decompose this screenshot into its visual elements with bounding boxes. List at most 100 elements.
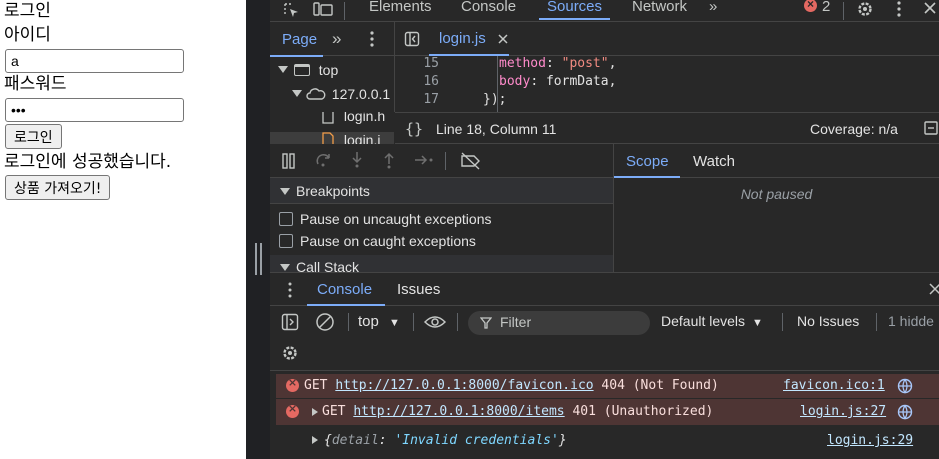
toggle-navigator-icon[interactable] bbox=[404, 31, 420, 47]
tab-scope[interactable]: Scope bbox=[626, 153, 669, 170]
drawer-menu-icon[interactable] bbox=[287, 281, 293, 299]
navigator-header: Page » bbox=[269, 22, 394, 57]
dropdown-arrow-icon: ▼ bbox=[751, 317, 763, 329]
settings-gear-icon[interactable] bbox=[856, 0, 874, 18]
pause-uncaught-checkbox[interactable] bbox=[279, 212, 293, 226]
source-link[interactable]: login.js:27 bbox=[800, 404, 886, 419]
pause-uncaught-row[interactable]: Pause on uncaught exceptions bbox=[270, 208, 613, 230]
id-input[interactable] bbox=[5, 49, 184, 73]
password-input[interactable] bbox=[5, 98, 184, 122]
file-tab-login-js[interactable]: login.js bbox=[439, 30, 486, 47]
tree-item-top[interactable]: top bbox=[278, 60, 338, 80]
network-globe-icon[interactable] bbox=[897, 378, 913, 394]
call-stack-header[interactable]: Call Stack bbox=[270, 255, 613, 272]
tab-network[interactable]: Network bbox=[632, 0, 687, 20]
deactivate-breakpoints-icon[interactable] bbox=[460, 152, 482, 170]
navigator-menu-icon[interactable] bbox=[368, 30, 376, 48]
devtools-panel: Elements Console Sources Network » 2 Pag… bbox=[246, 0, 939, 459]
page-title: 로그인 bbox=[4, 1, 51, 21]
message-text: GET http://127.0.0.1:8000/favicon.ico 40… bbox=[304, 378, 719, 393]
editor-status-bar: {} Line 18, Column 11 Coverage: n/a bbox=[395, 112, 939, 144]
tab-watch[interactable]: Watch bbox=[693, 153, 735, 170]
tree-item-host[interactable]: 127.0.0.1 bbox=[292, 84, 390, 104]
tab-sources[interactable]: Sources bbox=[538, 0, 611, 20]
coverage-status[interactable]: Coverage: n/a bbox=[810, 121, 898, 137]
cursor-position: Line 18, Column 11 bbox=[436, 121, 557, 137]
divider bbox=[344, 2, 345, 20]
step-out-icon[interactable] bbox=[382, 151, 396, 169]
console-log-message[interactable]: {detail: 'Invalid credentials'} login.js… bbox=[276, 428, 939, 454]
close-file-tab-icon[interactable] bbox=[497, 33, 509, 45]
tree-item-login-html[interactable]: login.h bbox=[322, 112, 385, 124]
eye-icon[interactable] bbox=[424, 315, 446, 329]
call-stack-title: Call Stack bbox=[296, 259, 360, 272]
divider bbox=[413, 313, 414, 331]
log-levels-dropdown[interactable]: Default levels ▼ bbox=[661, 313, 763, 329]
login-button[interactable]: 로그인 bbox=[5, 124, 62, 149]
line-number[interactable]: 17 bbox=[415, 92, 439, 107]
divider bbox=[348, 313, 349, 331]
console-settings-gear-icon[interactable] bbox=[281, 344, 299, 362]
pause-icon[interactable] bbox=[282, 153, 296, 169]
step-icon[interactable] bbox=[414, 153, 436, 167]
issues-counter[interactable]: No Issues bbox=[797, 313, 859, 329]
hidden-messages-count: 1 hidde bbox=[888, 313, 934, 329]
fetch-products-button[interactable]: 상품 가져오기! bbox=[5, 175, 111, 200]
close-devtools-icon[interactable] bbox=[922, 0, 938, 16]
collapse-arrow-icon bbox=[280, 264, 290, 271]
show-sidebar-icon[interactable] bbox=[281, 313, 299, 331]
close-drawer-icon[interactable] bbox=[928, 282, 939, 296]
pause-caught-row[interactable]: Pause on caught exceptions bbox=[270, 230, 613, 252]
step-over-icon[interactable] bbox=[315, 152, 333, 168]
pretty-print-icon[interactable]: {} bbox=[405, 120, 423, 138]
success-message: 로그인에 성공했습니다. bbox=[4, 152, 172, 172]
source-link[interactable]: favicon.ico:1 bbox=[783, 378, 885, 393]
code-line: body: formData, bbox=[499, 74, 617, 89]
step-into-icon[interactable] bbox=[350, 151, 364, 169]
pause-caught-label: Pause on caught exceptions bbox=[300, 233, 476, 249]
clear-console-icon[interactable] bbox=[315, 312, 335, 332]
error-count: 2 bbox=[822, 0, 831, 15]
web-page: 로그인 아이디 패스워드 로그인 로그인에 성공했습니다. 상품 가져오기! bbox=[0, 0, 246, 459]
source-link[interactable]: login.js:29 bbox=[827, 433, 913, 448]
expand-arrow-icon bbox=[292, 90, 302, 97]
coverage-icon[interactable] bbox=[923, 120, 939, 136]
network-globe-icon[interactable] bbox=[897, 404, 913, 420]
more-tabs-icon[interactable]: » bbox=[709, 0, 717, 20]
frame-icon bbox=[293, 64, 310, 76]
devtools-splitter[interactable] bbox=[246, 0, 270, 459]
object-preview: {detail: 'Invalid credentials'} bbox=[324, 433, 567, 448]
divider bbox=[782, 313, 783, 331]
pause-caught-checkbox[interactable] bbox=[279, 234, 293, 248]
code-editor[interactable]: 15 method: "post", 16 body: formData, 17… bbox=[395, 56, 939, 112]
tab-issues[interactable]: Issues bbox=[397, 281, 440, 298]
device-toolbar-icon[interactable] bbox=[312, 1, 334, 18]
tab-console-drawer[interactable]: Console bbox=[317, 281, 372, 298]
dropdown-arrow-icon: ▼ bbox=[389, 317, 400, 329]
tab-page[interactable]: Page bbox=[269, 31, 324, 57]
cloud-icon bbox=[306, 88, 326, 100]
expand-arrow-icon bbox=[278, 66, 288, 73]
id-label: 아이디 bbox=[4, 25, 51, 45]
console-error-message[interactable]: GET http://127.0.0.1:8000/favicon.ico 40… bbox=[276, 374, 939, 398]
pause-uncaught-label: Pause on uncaught exceptions bbox=[300, 211, 492, 227]
tab-console[interactable]: Console bbox=[461, 0, 516, 20]
line-number[interactable]: 16 bbox=[415, 74, 439, 89]
more-navigators-icon[interactable]: » bbox=[332, 29, 341, 49]
filter-input[interactable]: Filter bbox=[468, 311, 650, 335]
breakpoints-header[interactable]: Breakpoints bbox=[270, 178, 613, 204]
inspect-element-icon[interactable] bbox=[282, 1, 300, 18]
line-number[interactable]: 15 bbox=[415, 56, 439, 71]
console-error-message[interactable]: GET http://127.0.0.1:8000/items 401 (Una… bbox=[276, 399, 939, 425]
document-icon bbox=[322, 112, 334, 124]
tree-item-login-js[interactable]: login.j bbox=[322, 132, 380, 144]
tab-elements[interactable]: Elements bbox=[369, 0, 432, 20]
more-options-icon[interactable] bbox=[895, 0, 903, 18]
request-url-link[interactable]: http://127.0.0.1:8000/items bbox=[353, 404, 564, 419]
divider bbox=[270, 370, 939, 371]
expand-arrow-icon[interactable] bbox=[312, 408, 318, 416]
request-url-link[interactable]: http://127.0.0.1:8000/favicon.ico bbox=[335, 378, 593, 393]
context-selector[interactable]: top ▼ bbox=[358, 313, 400, 330]
expand-arrow-icon[interactable] bbox=[312, 436, 318, 444]
error-counter[interactable]: 2 bbox=[804, 0, 830, 20]
